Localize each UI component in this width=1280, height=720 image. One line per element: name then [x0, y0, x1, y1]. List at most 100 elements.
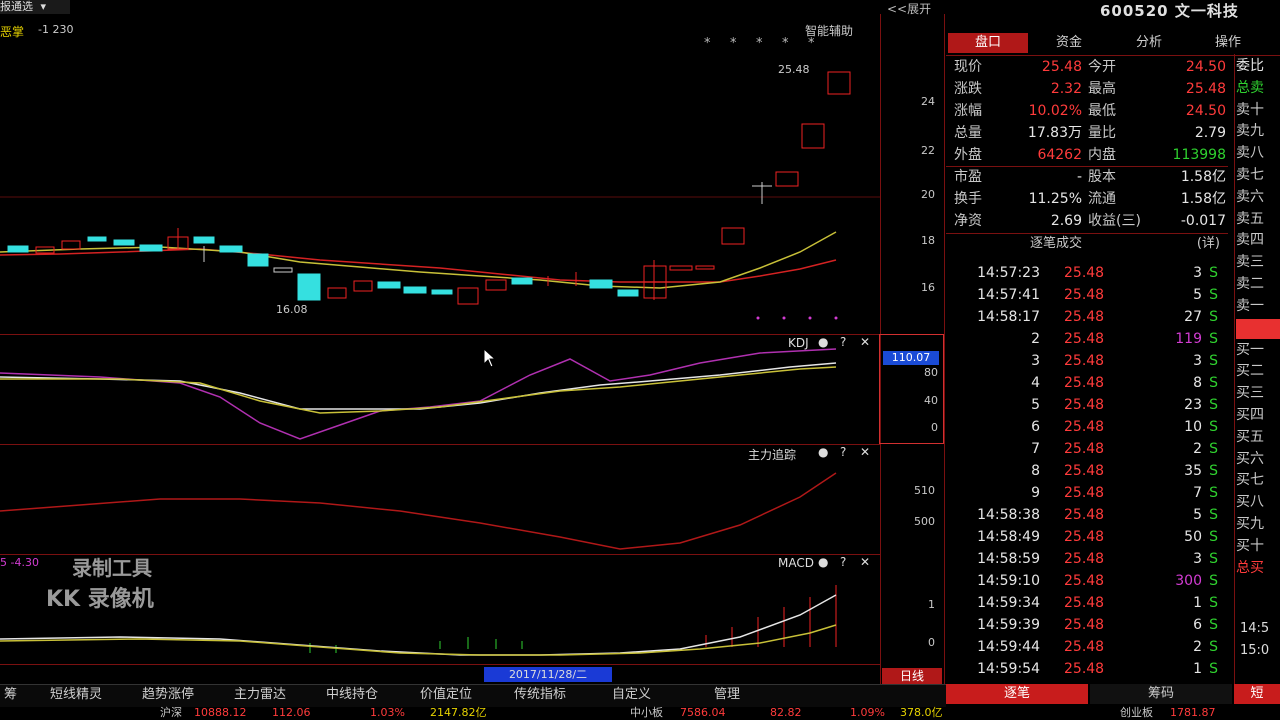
y-tick: 500 [914, 515, 935, 528]
date-badge: 2017/11/28/二 [484, 667, 612, 682]
expand-toggle[interactable]: <<展开 [887, 0, 931, 17]
trade-row: 14:59:10 25.48 300 S [952, 570, 1228, 592]
trade-row: 14:59:44 25.48 2 S [952, 636, 1228, 658]
ticker-value: 7586.04 [680, 706, 726, 719]
main-force-y-axis: 510 500 [905, 484, 941, 534]
book-label: 买三 [1236, 385, 1264, 402]
trade-vol: 50 [1184, 529, 1202, 545]
trade-time: 14:59:34 [977, 595, 1040, 611]
trade-time: 9 [1031, 485, 1040, 501]
bottom-tab[interactable]: 传统指标 [514, 686, 566, 704]
quote-value: 25.48 [1185, 81, 1226, 97]
order-book-strip: 委比 总卖 卖十 卖九 卖八 卖七 卖六 卖五 卖四 卖三 卖二 卖一 买一 买… [1236, 56, 1280, 686]
book-label: 买二 [1236, 363, 1264, 380]
quote-label: 净资 [954, 213, 982, 229]
trade-row: 14:58:49 25.48 50 S [952, 526, 1228, 548]
tab-analysis[interactable]: 分析 [1110, 33, 1188, 53]
trade-vol: 35 [1184, 463, 1202, 479]
trade-flag: S [1209, 595, 1218, 611]
y-tick: 80 [924, 366, 938, 379]
ticker-change: 82.82 [770, 706, 802, 719]
trade-time: 7 [1031, 441, 1040, 457]
quote-value: 10.02% [1028, 103, 1082, 119]
trade-time: 3 [1031, 353, 1040, 369]
tab-pankou[interactable]: 盘口 [948, 33, 1028, 53]
trade-price: 25.48 [1064, 551, 1105, 567]
trade-flag: S [1209, 551, 1218, 567]
book-label: 卖五 [1236, 210, 1264, 227]
trade-vol: 5 [1193, 507, 1202, 523]
trade-row: 14:58:17 25.48 27 S [952, 306, 1228, 328]
trade-time: 6 [1031, 419, 1040, 435]
trade-row: 14:59:34 25.48 1 S [952, 592, 1228, 614]
trade-price: 25.48 [1064, 529, 1105, 545]
trade-flag: S [1209, 353, 1218, 369]
bottom-tab[interactable]: 中线持仓 [326, 686, 378, 704]
ticker-name: 中小板 [630, 706, 663, 719]
book-label: 卖七 [1236, 166, 1264, 183]
quote-value: 64262 [1037, 147, 1082, 163]
chevron-down-icon[interactable]: ▾ [41, 0, 47, 13]
ticker-name: 创业板 [1120, 706, 1153, 719]
trade-vol: 2 [1193, 441, 1202, 457]
quote-label: 涨幅 [954, 103, 982, 119]
bottom-tab[interactable]: 短线精灵 [50, 686, 102, 704]
bottom-tab[interactable]: 趋势涨停 [142, 686, 194, 704]
trade-price: 25.48 [1064, 441, 1105, 457]
quote-value: 17.83万 [1027, 125, 1082, 141]
quote-row: 总量 17.83万 量比 2.79 [952, 122, 1228, 144]
bottom-tab[interactable]: 主力雷达 [234, 686, 286, 704]
y-tick: 22 [921, 144, 935, 157]
trade-row: 9 25.48 7 S [952, 482, 1228, 504]
trade-price: 25.48 [1064, 331, 1105, 347]
tab-chouma[interactable]: 筹码 [1090, 684, 1232, 704]
tab-short[interactable]: 短 [1234, 684, 1280, 704]
quote-label: 现价 [954, 59, 982, 75]
trade-flag: S [1209, 639, 1218, 655]
trade-flag: S [1209, 397, 1218, 413]
bottom-tab[interactable]: 筹 [4, 686, 17, 704]
trade-row: 6 25.48 10 S [952, 416, 1228, 438]
quote-value: 2.79 [1194, 125, 1226, 141]
bottom-tab[interactable]: 价值定位 [420, 686, 472, 704]
tab-operation[interactable]: 操作 [1190, 33, 1266, 53]
quote-value: 1.58亿 [1180, 191, 1226, 207]
signal-markers [756, 316, 838, 320]
y-tick: 0 [928, 636, 935, 649]
trade-flag: S [1209, 419, 1218, 435]
quote-row: 净资 2.69 收益(三) -0.017 [952, 210, 1228, 232]
book-label: 买十 [1236, 537, 1264, 554]
bottom-tab[interactable]: 自定义 [612, 686, 651, 704]
period-selector[interactable]: 报通选 ▾ [0, 0, 70, 14]
quote-row: 外盘 64262 内盘 113998 [952, 144, 1228, 166]
trades-detail-link[interactable]: (详) [1197, 234, 1220, 254]
trade-price: 25.48 [1064, 507, 1105, 523]
trade-price: 25.48 [1064, 617, 1105, 633]
main-force-panel[interactable]: 主力追踪 ● ? ✕ [0, 445, 880, 553]
macd-y-axis: 1 0 [905, 598, 941, 649]
trade-row: 14:58:59 25.48 3 S [952, 548, 1228, 570]
trade-vol: 10 [1184, 419, 1202, 435]
trades-title: 逐笔成交 [1030, 236, 1083, 251]
quote-label: 最低 [1088, 103, 1116, 119]
trade-vol: 3 [1193, 551, 1202, 567]
trade-price: 25.48 [1064, 419, 1105, 435]
book-label: 买八 [1236, 494, 1264, 511]
day-period-button[interactable]: 日线 [882, 668, 942, 684]
main-chart[interactable]: 恶掌 -1 230 智能辅助 25.48 16.08 * * * * * [0, 14, 880, 334]
trade-time: 5 [1031, 397, 1040, 413]
quote-label: 量比 [1088, 125, 1116, 141]
quote-row: 涨幅 10.02% 最低 24.50 [952, 100, 1228, 122]
trade-flag: S [1209, 375, 1218, 391]
trade-time: 8 [1031, 463, 1040, 479]
book-label: 买一 [1236, 341, 1264, 358]
trade-flag: S [1209, 331, 1218, 347]
kdj-panel[interactable]: KDJ ● ? ✕ [0, 335, 880, 443]
quote-value: 113998 [1172, 147, 1226, 163]
trade-flag: S [1209, 529, 1218, 545]
trade-time: 4 [1031, 375, 1040, 391]
bottom-tab[interactable]: 管理 [714, 686, 740, 704]
tab-funds[interactable]: 资金 [1030, 33, 1108, 53]
trade-time: 14:58:49 [977, 529, 1040, 545]
tab-zhubi[interactable]: 逐笔 [946, 684, 1088, 704]
